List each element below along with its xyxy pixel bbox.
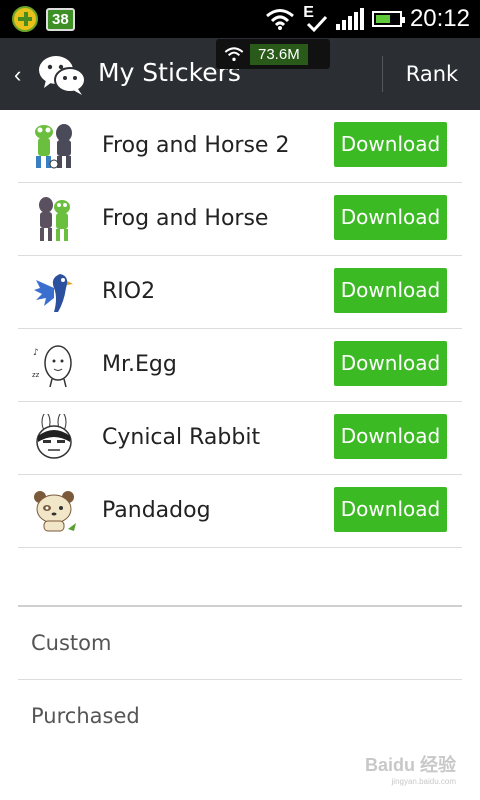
sticker-name: Frog and Horse <box>102 206 269 231</box>
sticker-list: Frog and Horse 2 Download Frog and Horse… <box>18 110 462 548</box>
purchased-section[interactable]: Purchased <box>18 680 462 752</box>
list-item[interactable]: Pandadog Download <box>18 475 462 548</box>
download-button[interactable]: Download <box>334 195 447 240</box>
sticker-name: Pandadog <box>102 498 211 523</box>
sticker-name: Cynical Rabbit <box>102 425 261 450</box>
list-item[interactable]: RIO2 Download <box>18 256 462 329</box>
wifi-icon <box>266 9 295 30</box>
cynical-rabbit-icon <box>36 414 72 459</box>
frog-horse-2-icon <box>35 124 72 169</box>
app-notification-icon <box>12 6 38 32</box>
pandadog-icon <box>34 491 76 532</box>
download-button[interactable]: Download <box>334 487 447 532</box>
wechat-icon[interactable] <box>38 54 86 96</box>
header-divider <box>382 56 383 92</box>
list-item[interactable]: Frog and Horse 2 Download <box>18 110 462 183</box>
status-bar: 38 E 20:12 <box>0 0 480 38</box>
svg-text:zz: zz <box>32 371 40 379</box>
download-button[interactable]: Download <box>334 414 447 459</box>
sticker-name: Mr.Egg <box>102 352 177 377</box>
list-item[interactable]: ♪ zz Mr.Egg Download <box>18 329 462 402</box>
notification-count: 38 <box>46 7 75 31</box>
network-type: E <box>303 4 314 21</box>
signal-icon <box>335 8 364 30</box>
download-button[interactable]: Download <box>334 341 447 386</box>
sticker-name: RIO2 <box>102 279 156 304</box>
mr-egg-icon: ♪ zz <box>32 345 72 388</box>
status-bar-right: E 20:12 <box>265 0 470 38</box>
custom-label: Custom <box>31 631 112 655</box>
chevron-left-icon[interactable]: ‹ <box>14 64 21 86</box>
watermark-subtext: jingyan.baidu.com <box>391 777 456 786</box>
svg-text:♪: ♪ <box>33 348 39 358</box>
custom-section[interactable]: Custom <box>18 607 462 680</box>
rio2-icon <box>34 274 73 312</box>
network-speed-overlay: 73.6M <box>216 39 330 69</box>
status-bar-left: 38 <box>12 6 75 32</box>
download-button[interactable]: Download <box>334 122 447 167</box>
watermark: Baidu 经验 jingyan.baidu.com <box>365 751 456 786</box>
list-item[interactable]: Cynical Rabbit Download <box>18 402 462 475</box>
battery-icon <box>371 11 405 27</box>
wifi-icon <box>224 47 244 61</box>
rank-button[interactable]: Rank <box>384 38 480 110</box>
watermark-text: Baidu 经验 <box>364 755 456 775</box>
frog-horse-icon <box>39 197 70 241</box>
network-speed: 73.6M <box>250 43 308 65</box>
download-button[interactable]: Download <box>334 268 447 313</box>
list-item[interactable]: Frog and Horse Download <box>18 183 462 256</box>
sticker-name: Frog and Horse 2 <box>102 133 290 158</box>
clock: 20:12 <box>409 5 470 32</box>
purchased-label: Purchased <box>31 704 140 728</box>
